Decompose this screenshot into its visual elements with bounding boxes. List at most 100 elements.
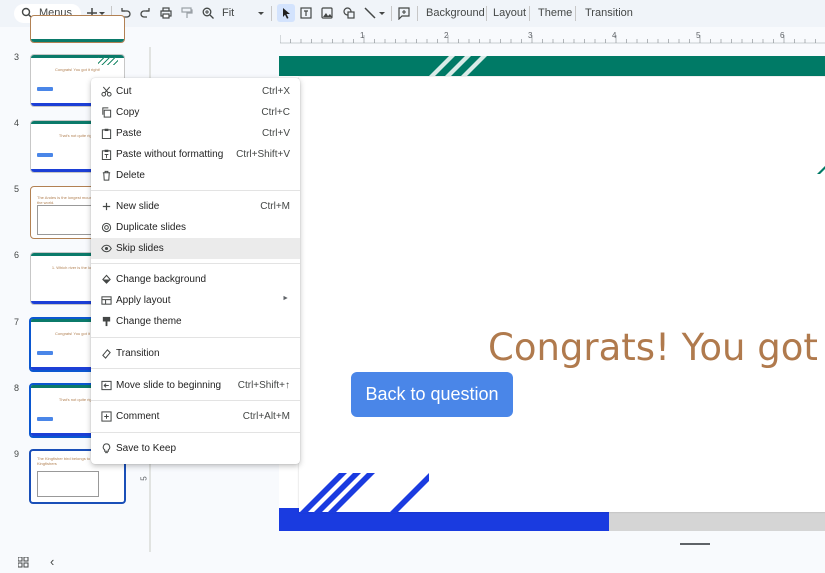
comment-icon bbox=[100, 410, 112, 422]
copy-icon bbox=[100, 106, 112, 118]
insert-image-button[interactable] bbox=[319, 5, 335, 21]
zoom-value[interactable]: Fit bbox=[222, 7, 234, 19]
thumb-button bbox=[37, 417, 53, 421]
menu-divider bbox=[91, 368, 300, 369]
slide-number: 3 bbox=[14, 52, 20, 62]
menu-item-cut[interactable]: Cut Ctrl+X bbox=[91, 81, 300, 102]
menu-item-label: New slide bbox=[116, 201, 160, 212]
line-dropdown[interactable] bbox=[377, 5, 387, 21]
menu-item-label: Copy bbox=[116, 107, 140, 118]
shape-button[interactable] bbox=[341, 5, 357, 21]
menu-item-apply-layout[interactable]: Apply layout ► bbox=[91, 290, 300, 311]
add-comment-button[interactable] bbox=[396, 5, 412, 21]
theme-button[interactable]: Theme bbox=[538, 7, 572, 19]
thumb-button bbox=[37, 87, 53, 91]
slide-thumbnail-2[interactable] bbox=[30, 15, 125, 43]
slide-heading[interactable]: Congrats! You got it bbox=[488, 326, 825, 369]
menu-item-save-to-keep[interactable]: Save to Keep bbox=[91, 438, 300, 459]
slide-bottom-stripes bbox=[299, 473, 429, 513]
menu-item-change-background[interactable]: Change background bbox=[91, 269, 300, 290]
eye-icon bbox=[100, 242, 112, 254]
menu-item-skip-slides[interactable]: Skip slides bbox=[91, 238, 300, 259]
menu-item-duplicate-slides[interactable]: Duplicate slides bbox=[91, 217, 300, 238]
slide-canvas[interactable]: Congrats! You got it bbox=[279, 56, 825, 531]
ruler-number: 1 bbox=[360, 31, 365, 40]
duplicate-icon bbox=[100, 221, 112, 233]
grid-view-button[interactable] bbox=[17, 555, 29, 573]
keep-icon bbox=[100, 442, 112, 454]
collapse-filmstrip-button[interactable]: ‹ bbox=[50, 554, 54, 569]
ruler-number: 6 bbox=[780, 31, 785, 40]
menu-item-comment[interactable]: Comment Ctrl+Alt+M bbox=[91, 406, 300, 427]
zoom-dropdown[interactable] bbox=[256, 5, 266, 21]
transition-button[interactable]: Transition bbox=[585, 7, 633, 19]
thumb-button bbox=[37, 351, 53, 355]
menu-item-label: Comment bbox=[116, 411, 160, 422]
menu-item-paste[interactable]: Paste Ctrl+V bbox=[91, 123, 300, 144]
print-button[interactable] bbox=[158, 5, 174, 21]
layout-icon bbox=[100, 294, 112, 306]
line-button[interactable] bbox=[362, 5, 378, 21]
paint-format-button[interactable] bbox=[179, 5, 195, 21]
menu-divider bbox=[91, 337, 300, 338]
menu-item-label: Change background bbox=[116, 274, 207, 285]
chevron-down-icon bbox=[258, 12, 264, 15]
submenu-arrow-icon: ► bbox=[282, 295, 289, 302]
menu-item-change-theme[interactable]: Change theme bbox=[91, 311, 300, 332]
line-icon bbox=[364, 7, 376, 19]
slide-number: 6 bbox=[14, 250, 20, 260]
paint-format-icon bbox=[181, 7, 193, 18]
shape-icon bbox=[343, 7, 355, 19]
speaker-notes-resize-handle[interactable] bbox=[680, 543, 710, 545]
background-button[interactable]: Background bbox=[426, 7, 485, 19]
menu-item-transition[interactable]: Transition bbox=[91, 343, 300, 364]
zoom-icon bbox=[202, 7, 214, 19]
horizontal-ruler[interactable]: 1 2 3 4 5 6 bbox=[279, 27, 825, 45]
menu-item-shortcut: Ctrl+V bbox=[261, 128, 290, 139]
toolbar-divider bbox=[417, 6, 418, 21]
menu-item-label: Skip slides bbox=[116, 243, 164, 254]
ruler-number: 2 bbox=[444, 31, 449, 40]
slide-bottom-grey bbox=[609, 511, 825, 531]
menu-item-shortcut: Ctrl+Shift+↑ bbox=[237, 380, 290, 391]
textbox-icon bbox=[300, 7, 312, 19]
ruler-number: 5 bbox=[139, 476, 149, 481]
print-icon bbox=[160, 7, 172, 19]
menu-item-shortcut: Ctrl+X bbox=[261, 86, 290, 97]
toolbar-divider bbox=[486, 6, 487, 21]
slide-top-stripes bbox=[429, 56, 487, 76]
menu-item-label: Delete bbox=[116, 170, 145, 181]
slide-number: 8 bbox=[14, 383, 20, 393]
scissors-icon bbox=[100, 85, 112, 97]
toolbar-divider bbox=[391, 6, 392, 21]
thumb-band bbox=[31, 39, 124, 42]
image-icon bbox=[321, 7, 333, 19]
thumb-table bbox=[37, 471, 99, 497]
menu-item-copy[interactable]: Copy Ctrl+C bbox=[91, 102, 300, 123]
toolbar-divider bbox=[271, 6, 272, 21]
textbox-button[interactable] bbox=[298, 5, 314, 21]
slide-content-area bbox=[299, 77, 825, 512]
menu-divider bbox=[91, 190, 300, 191]
ruler-number: 4 bbox=[612, 31, 617, 40]
ruler-number: 3 bbox=[528, 31, 533, 40]
menu-item-shortcut: Ctrl+Alt+M bbox=[242, 411, 290, 422]
menu-item-new-slide[interactable]: New slide Ctrl+M bbox=[91, 196, 300, 217]
select-tool-button[interactable] bbox=[277, 4, 295, 22]
redo-button[interactable] bbox=[138, 5, 154, 21]
slide-accent-mark bbox=[817, 166, 825, 174]
menu-divider bbox=[91, 263, 300, 264]
layout-button[interactable]: Layout bbox=[493, 7, 526, 19]
back-to-question-button[interactable]: Back to question bbox=[351, 372, 513, 417]
zoom-button[interactable] bbox=[200, 5, 216, 21]
comment-add-icon bbox=[398, 7, 410, 20]
context-menu: Cut Ctrl+X Copy Ctrl+C Paste Ctrl+V Past… bbox=[91, 78, 300, 464]
menu-item-shortcut: Ctrl+Shift+V bbox=[236, 149, 290, 160]
menu-item-delete[interactable]: Delete bbox=[91, 165, 300, 186]
chevron-down-icon bbox=[379, 12, 385, 15]
menu-item-paste-without-formatting[interactable]: Paste without formatting Ctrl+Shift+V bbox=[91, 144, 300, 165]
menu-item-move-slide-to-beginning[interactable]: Move slide to beginning Ctrl+Shift+↑ bbox=[91, 375, 300, 396]
ruler-number: 5 bbox=[696, 31, 701, 40]
redo-icon bbox=[140, 8, 150, 18]
menu-item-label: Move slide to beginning bbox=[116, 380, 222, 391]
